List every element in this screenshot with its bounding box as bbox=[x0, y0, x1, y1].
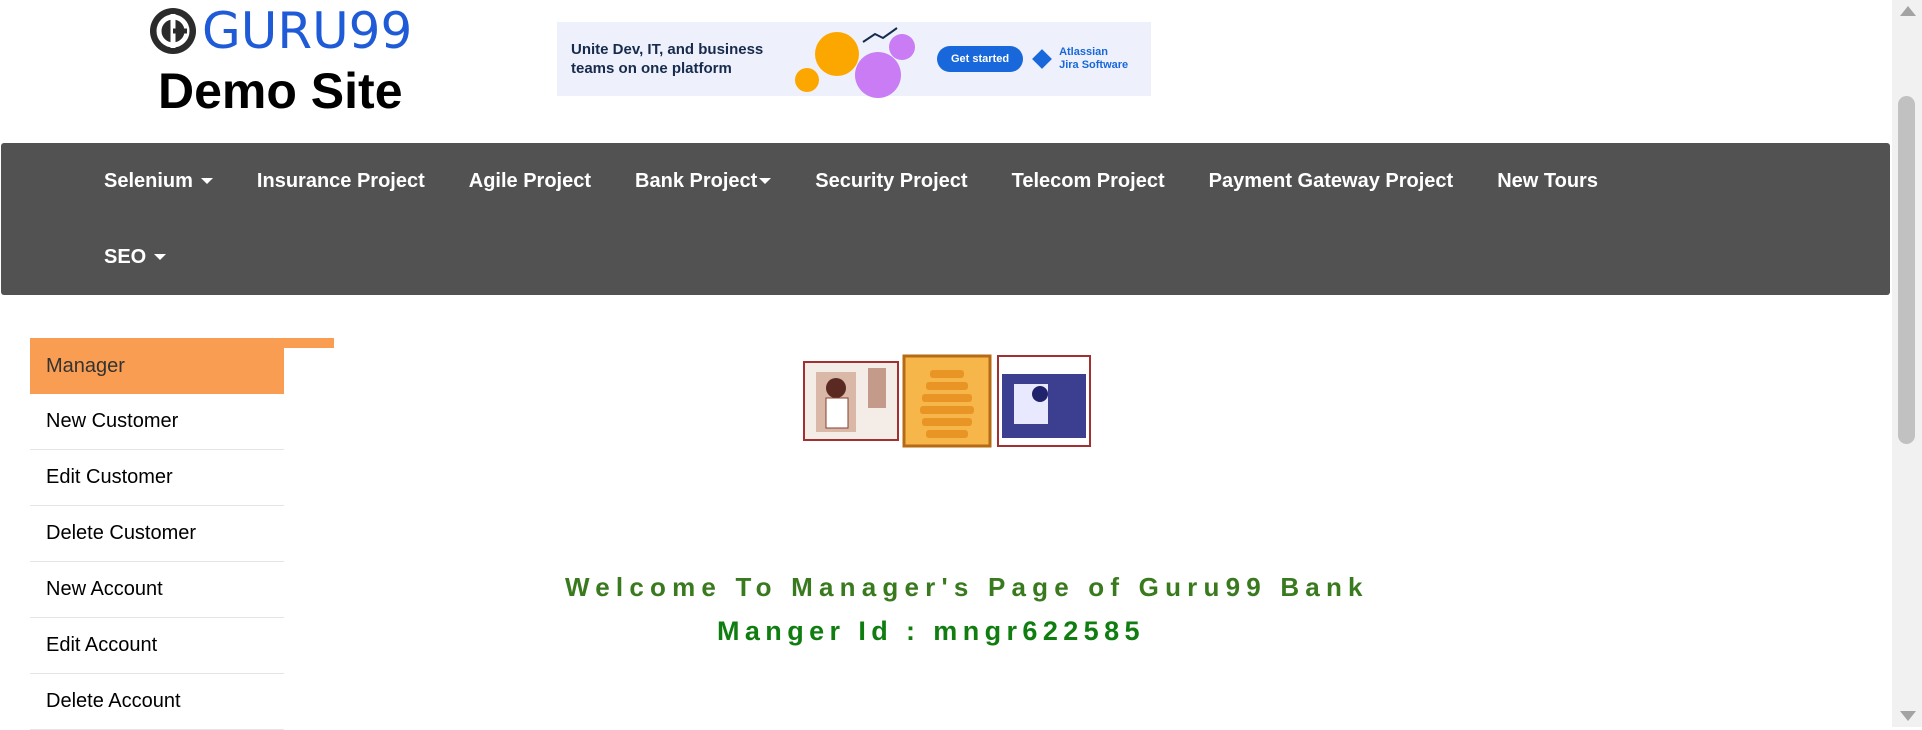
nav-label: New Tours bbox=[1497, 169, 1598, 192]
sidebar-item-label: New Account bbox=[46, 578, 163, 600]
page-scrollbar[interactable] bbox=[1892, 0, 1922, 727]
sidebar-item-delete-customer[interactable]: Delete Customer bbox=[30, 506, 284, 562]
sidebar-item-new-customer[interactable]: New Customer bbox=[30, 394, 284, 450]
sidebar-item-label: Delete Customer bbox=[46, 522, 197, 544]
nav-label: Bank Project bbox=[635, 169, 758, 192]
guru99-logo-icon bbox=[150, 8, 196, 54]
nav-item-security-project[interactable]: Security Project bbox=[793, 170, 989, 193]
sidebar-item-label: New Customer bbox=[46, 410, 179, 432]
sidebar-item-edit-account[interactable]: Edit Account bbox=[30, 618, 284, 674]
nav-label: Payment Gateway Project bbox=[1208, 169, 1454, 192]
brand-line1: Atlassian bbox=[1059, 46, 1108, 58]
scroll-up-arrow-icon[interactable] bbox=[1900, 6, 1916, 16]
welcome-heading: Welcome To Manager's Page of Guru99 Bank bbox=[565, 572, 1369, 602]
nav-label: Selenium bbox=[104, 169, 193, 192]
nav-row-1: Selenium Insurance Project Agile Project… bbox=[82, 143, 1620, 219]
nav-item-selenium[interactable]: Selenium bbox=[82, 170, 235, 193]
main-navbar: Selenium Insurance Project Agile Project… bbox=[1, 143, 1890, 295]
chevron-down-icon bbox=[759, 178, 772, 184]
sidebar-item-delete-account[interactable]: Delete Account bbox=[30, 674, 284, 730]
ad-arrow-icon bbox=[862, 27, 898, 43]
chevron-down-icon bbox=[200, 178, 213, 184]
sidebar-item-edit-customer[interactable]: Edit Customer bbox=[30, 450, 284, 506]
nav-label: Security Project bbox=[815, 169, 968, 192]
sidebar-item-new-account[interactable]: New Account bbox=[30, 562, 284, 618]
nav-item-new-tours[interactable]: New Tours bbox=[1475, 170, 1620, 193]
get-started-button[interactable]: Get started bbox=[937, 46, 1024, 72]
guru99-logo[interactable]: GURU99 bbox=[148, 6, 412, 56]
bank-banner-image bbox=[803, 354, 1091, 448]
scroll-down-arrow-icon[interactable] bbox=[1900, 711, 1916, 721]
brand-line2: Jira Software bbox=[1059, 59, 1129, 71]
nav-item-seo[interactable]: SEO bbox=[82, 246, 188, 269]
nav-label: Insurance Project bbox=[256, 169, 425, 192]
ad-banner[interactable]: Unite Dev, IT, and business teams on one… bbox=[557, 22, 1151, 98]
chevron-down-icon bbox=[154, 254, 167, 260]
sidebar-item-manager[interactable]: Manager bbox=[30, 338, 284, 394]
manager-id-text: Manger Id : mngr622585 bbox=[717, 616, 1145, 646]
nav-label: Agile Project bbox=[468, 169, 592, 192]
nav-item-agile-project[interactable]: Agile Project bbox=[447, 170, 613, 193]
nav-item-bank-project[interactable]: Bank Project bbox=[613, 170, 793, 193]
sidebar-item-label: Edit Customer bbox=[46, 466, 173, 488]
nav-row-2: SEO bbox=[82, 219, 188, 295]
sidebar-item-label: Manager bbox=[46, 354, 125, 377]
ad-people-illustration bbox=[771, 22, 931, 98]
site-title: Demo Site bbox=[158, 63, 403, 119]
sidebar-item-label: Edit Account bbox=[46, 634, 158, 656]
logo-text: GURU99 bbox=[202, 2, 413, 60]
atlassian-brand: Atlassian Jira Software bbox=[1032, 46, 1129, 72]
nav-item-insurance-project[interactable]: Insurance Project bbox=[235, 170, 447, 193]
nav-label: SEO bbox=[104, 245, 147, 268]
nav-item-telecom-project[interactable]: Telecom Project bbox=[990, 170, 1187, 193]
sidebar-item-label: Delete Account bbox=[46, 690, 181, 712]
nav-label: Telecom Project bbox=[1011, 169, 1165, 192]
ad-headline: Unite Dev, IT, and business teams on one… bbox=[571, 41, 764, 77]
jira-diamond-icon bbox=[1032, 49, 1052, 69]
sidebar-menu: Manager New Customer Edit Customer Delet… bbox=[30, 338, 284, 730]
nav-item-payment-gateway-project[interactable]: Payment Gateway Project bbox=[1187, 170, 1476, 193]
scroll-thumb[interactable] bbox=[1898, 96, 1915, 444]
